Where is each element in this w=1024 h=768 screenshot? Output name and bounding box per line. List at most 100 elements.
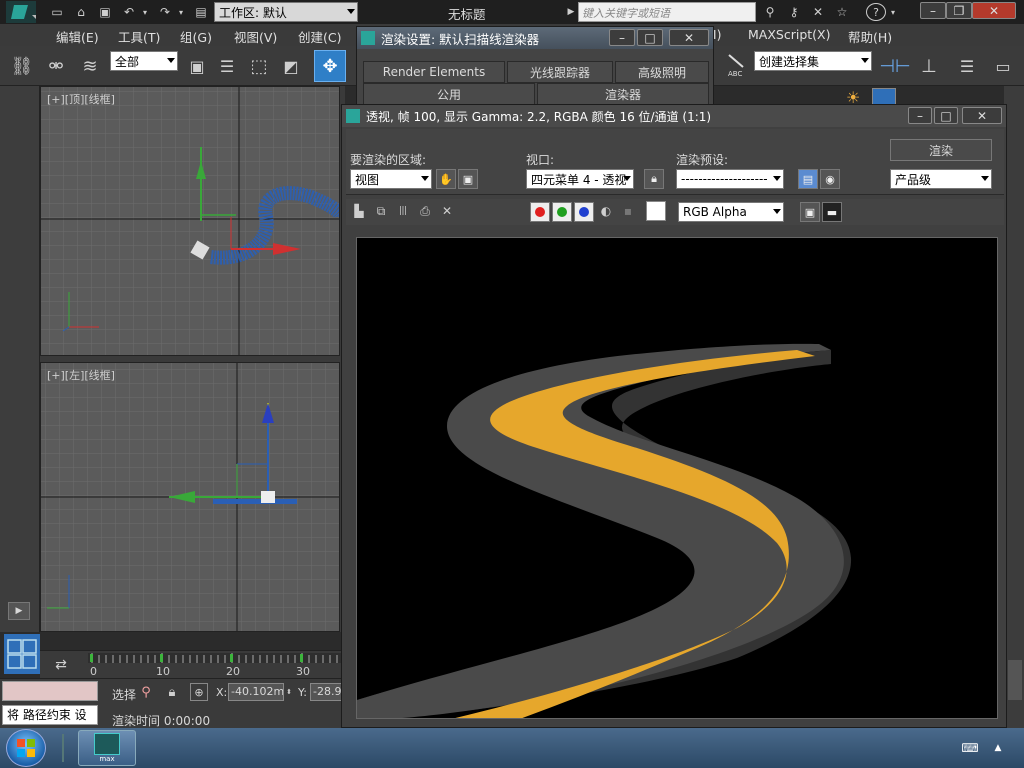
red-channel-toggle[interactable] [530,202,550,222]
tab-renderer[interactable]: 渲染器 [537,83,709,105]
redo-icon[interactable]: ↷ [156,3,174,21]
select-object-icon[interactable]: ▣ [184,52,210,80]
area-dropdown[interactable]: 视图 [350,169,432,189]
help-dropdown-icon[interactable]: ▾ [888,3,898,21]
selection-filter-dropdown[interactable]: 全部 [110,51,178,71]
quality-dropdown[interactable]: 产品级 [890,169,992,189]
frame-close-button[interactable]: ✕ [962,107,1002,124]
clone-window-icon[interactable]: ꔖ [394,202,412,220]
copy-image-icon[interactable]: ⧉ [372,202,390,220]
close-button[interactable]: ✕ [972,2,1016,19]
top-viewport-label[interactable]: [+][顶][线框] [47,91,115,107]
render-setup-icon[interactable]: ▤ [798,169,818,189]
move-icon[interactable]: ✥ [314,50,346,82]
workspace-dropdown[interactable]: 工作区: 默认 [214,2,358,22]
key-icon[interactable]: ⚷ [784,3,804,21]
frame-maximize-button[interactable]: □ [934,107,958,124]
clear-image-icon[interactable]: ✕ [438,202,456,220]
toggle-ui-icon[interactable]: ▬ [822,202,842,222]
app-logo-icon[interactable] [2,1,40,23]
isolate-selection-icon[interactable]: ⚲ [138,683,154,701]
open-file-icon[interactable]: ⌂ [72,3,90,21]
maxscript-listener-field[interactable] [2,681,98,701]
x-coordinate-field[interactable]: -40.102mm [228,683,284,701]
keyboard-icon[interactable]: ⌨ [958,738,982,758]
preset-dropdown[interactable]: -------------------- [676,169,784,189]
left-viewport-label[interactable]: [+][左][线框] [47,367,115,383]
document-title: 无标题 [448,7,486,22]
menu-view[interactable]: 视图(V) [234,27,277,46]
prompt-field[interactable]: 将 路径约束 设 [2,705,98,725]
maximize-button[interactable]: ❐ [946,2,972,19]
blue-channel-toggle[interactable] [574,202,594,222]
menu-tools[interactable]: 工具(T) [118,27,160,46]
frame-minimize-button[interactable]: – [908,107,932,124]
green-channel-toggle[interactable] [552,202,572,222]
align-icon[interactable]: ⊥ [914,52,944,80]
alpha-channel-icon[interactable]: ◐ [598,202,614,220]
timeline[interactable]: ⇄ 0 10 20 30 [40,650,348,678]
menu-edit[interactable]: 编辑(E) [56,27,99,46]
link-icon[interactable]: ⛓ [8,52,36,80]
binoculars-icon[interactable]: ⚲ [760,3,780,21]
undo-icon[interactable]: ↶ [120,3,138,21]
redo-dropdown-icon[interactable]: ▾ [176,3,186,21]
unlink-icon[interactable]: ⚮ [42,52,70,80]
y-coordinate-field[interactable]: -28.9 [310,683,345,701]
expand-arrow-icon[interactable]: ▶ [566,3,576,21]
named-selection-dropdown[interactable]: 创建选择集 [754,51,872,71]
render-button[interactable]: 渲染 [890,139,992,161]
command-panel-slider[interactable] [1008,660,1022,700]
menu-help[interactable]: 帮助(H) [848,27,892,46]
channel-dropdown[interactable]: RGB Alpha [678,202,784,222]
render-setup-close-button[interactable]: ✕ [669,29,709,46]
star-icon[interactable]: ☆ [832,3,852,21]
menu-maxscript[interactable]: MAXScript(X) [748,27,830,42]
menu-create[interactable]: 创建(C) [298,27,341,46]
x-spinner-icon[interactable]: ⬍ [284,683,294,701]
render-canvas[interactable] [356,237,998,719]
undo-dropdown-icon[interactable]: ▾ [140,3,150,21]
render-setup-maximize-button[interactable]: □ [637,29,663,46]
toggle-ui-overlay-icon[interactable]: ▣ [800,202,820,222]
tray-arrow-icon[interactable]: ▲ [990,738,1006,758]
lock-selection-icon[interactable]: 🔒︎ [164,683,180,701]
environment-icon[interactable]: ◉ [820,169,840,189]
absolute-mode-icon[interactable]: ⊕ [190,683,208,701]
taskbar-app-button[interactable]: max [78,730,136,766]
tab-raytracer[interactable]: 光线跟踪器 [507,61,613,83]
top-viewport[interactable]: [+][顶][线框] [40,86,340,356]
help-icon[interactable]: ? [866,3,886,21]
save-file-icon[interactable]: ▣ [96,3,114,21]
monochrome-icon[interactable]: ▪ [620,202,636,220]
menu-group[interactable]: 组(G) [180,27,212,46]
mirror-icon[interactable]: ⊣⊢ [879,52,910,80]
window-crossing-icon[interactable]: ◩ [278,52,304,80]
viewport-layout-button[interactable] [4,634,40,674]
print-image-icon[interactable]: ⎙ [416,202,434,220]
render-setup-minimize-button[interactable]: – [609,29,635,46]
auto-region-icon[interactable]: ▣ [458,169,478,189]
subscription-icon[interactable]: ✕ [808,3,828,21]
play-arrow-icon[interactable]: ▶ [8,602,30,620]
red-dot-icon [535,207,545,217]
layer-manager-icon[interactable]: ☰ [952,52,982,80]
save-image-icon[interactable]: ▙ [350,202,368,220]
lock-viewport-icon[interactable]: 🔒︎ [644,169,664,189]
start-button[interactable] [6,729,46,767]
rectangular-selection-icon[interactable]: ⬚ [246,52,272,80]
timeline-config-icon[interactable]: ⇄ [48,655,74,675]
color-swatch[interactable] [646,201,666,221]
project-folder-icon[interactable]: ▤ [192,3,210,21]
viewport-dropdown[interactable]: 四元菜单 4 - 透视 [526,169,634,189]
left-viewport[interactable]: [+][左][线框] [40,362,340,632]
graphite-tools-icon[interactable]: ▭ [988,52,1018,80]
tab-advanced-lighting[interactable]: 高级照明 [615,61,709,83]
bind-spacewarp-icon[interactable]: ≋ [76,52,104,80]
edit-region-icon[interactable]: ✋ [436,169,456,189]
tab-render-elements[interactable]: Render Elements [363,61,505,83]
new-file-icon[interactable]: ▭ [48,3,66,21]
tab-common[interactable]: 公用 [363,83,535,105]
minimize-button[interactable]: – [920,2,946,19]
select-by-name-icon[interactable]: ☰ [214,52,240,80]
